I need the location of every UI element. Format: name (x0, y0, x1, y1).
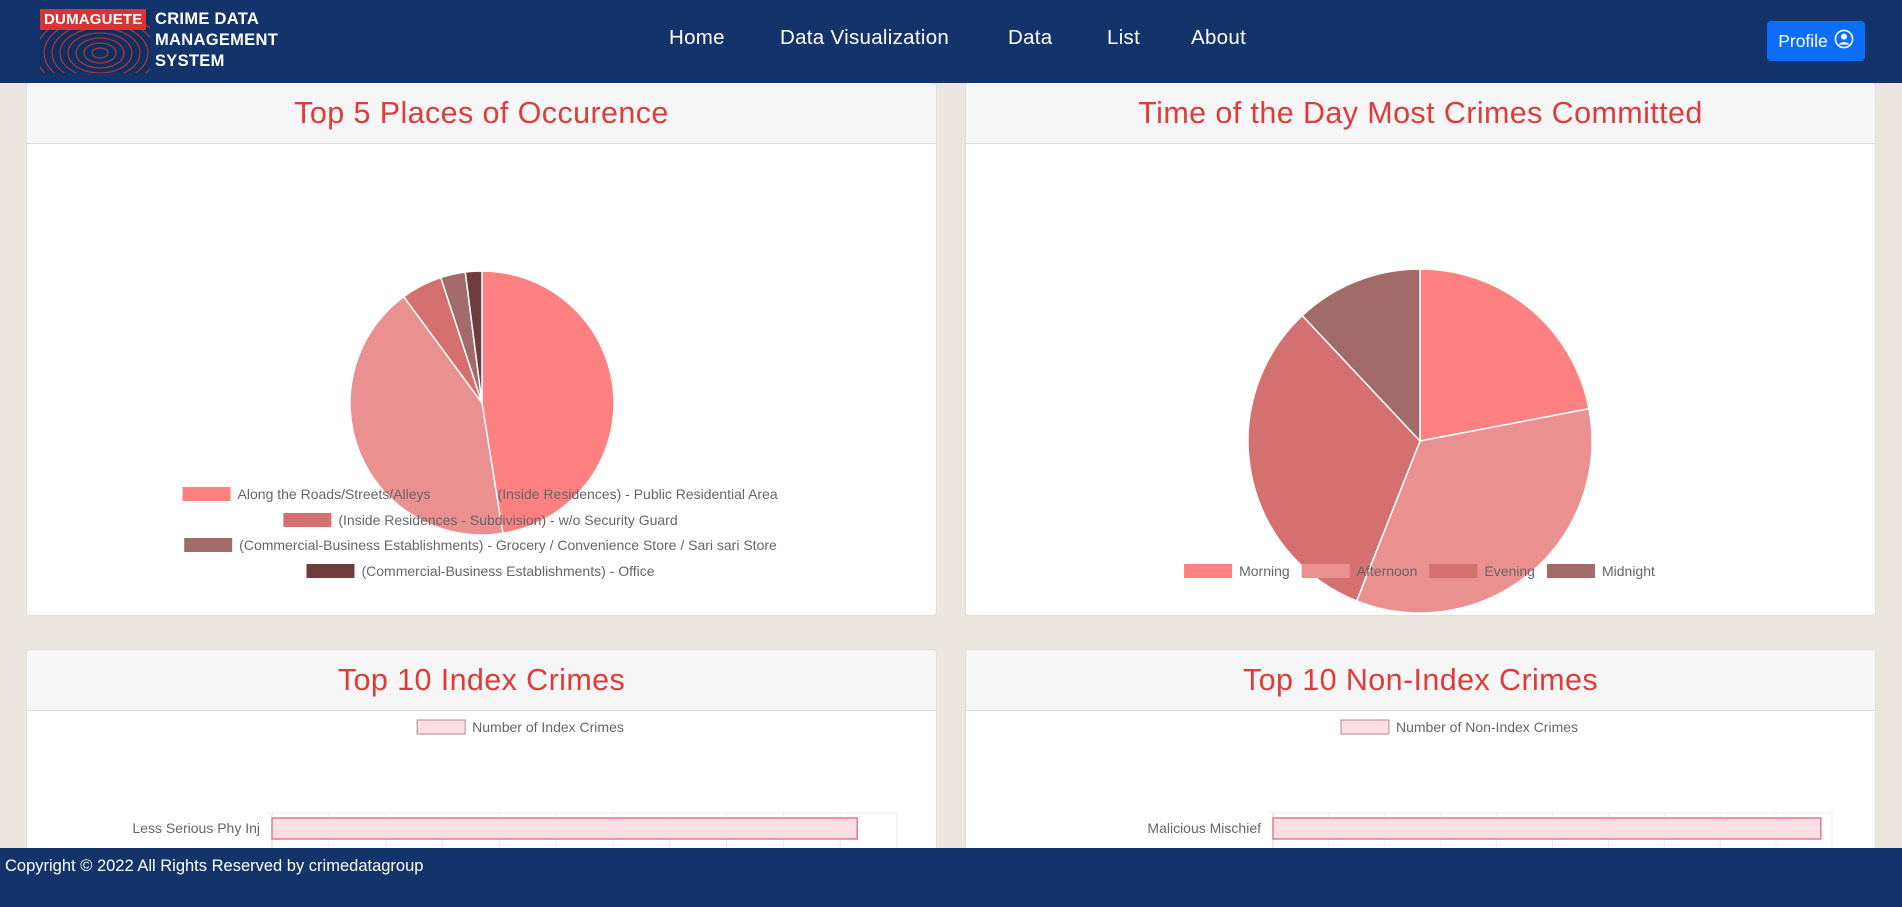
legend-swatch (416, 719, 466, 735)
legend-swatch (1301, 564, 1350, 578)
legend-label[interactable]: (Commercial-Business Establishments) - O… (361, 563, 654, 579)
bar[interactable] (1272, 817, 1822, 840)
legend-label[interactable]: (Inside Residences) - Public Residential… (498, 486, 778, 502)
legend-label[interactable]: Afternoon (1357, 563, 1418, 579)
legend-label[interactable]: Evening (1484, 563, 1535, 579)
top-navbar: DUMAGUETE CRIME DATA MANAGEMENT SYSTEM H… (0, 0, 1902, 83)
nav-home[interactable]: Home (669, 26, 725, 50)
profile-button-label: Profile (1778, 30, 1828, 51)
places-card-body: Along the Roads/Streets/Alleys (Inside Re… (27, 144, 936, 615)
index-card-title: Top 10 Index Crimes (337, 662, 626, 697)
legend-swatch (1340, 719, 1390, 735)
legend-label[interactable]: Along the Roads/Streets/Alleys (238, 486, 431, 502)
legend-swatch (442, 487, 491, 501)
legend-swatch (306, 564, 355, 578)
category-tick-label: Less Serious Phy Inj (132, 820, 260, 836)
places-chart-card: Top 5 Places of Occurence Along the Road… (26, 82, 937, 616)
time-pie-chart: Morning Afternoon Evening Midnight (1184, 268, 1655, 614)
legend-label[interactable]: Number of Non-Index Crimes (1396, 719, 1578, 735)
time-card-body: Morning Afternoon Evening Midnight (966, 144, 1875, 615)
time-card-header: Time of the Day Most Crimes Committed (966, 83, 1875, 144)
nonindex-card-title: Top 10 Non-Index Crimes (1242, 662, 1599, 697)
time-chart-card: Time of the Day Most Crimes Committed Mo… (965, 82, 1876, 616)
legend-swatch (1429, 564, 1478, 578)
profile-button[interactable]: Profile (1767, 21, 1865, 61)
page-footer: Copyright © 2022 All Rights Reserved by … (0, 848, 1902, 907)
index-card-header: Top 10 Index Crimes (27, 650, 936, 711)
nonindex-card-header: Top 10 Non-Index Crimes (966, 650, 1875, 711)
legend-swatch (1184, 564, 1233, 578)
places-card-title: Top 5 Places of Occurence (294, 95, 669, 130)
legend-swatch (182, 487, 231, 501)
nav-data-visualization[interactable]: Data Visualization (780, 26, 949, 50)
legend-label[interactable]: Number of Index Crimes (472, 719, 624, 735)
legend-label[interactable]: (Inside Residences - Subdivision) - w/o … (338, 512, 677, 528)
legend-label[interactable]: (Commercial-Business Establishments) - G… (239, 537, 777, 553)
footer-copyright: Copyright © 2022 All Rights Reserved by … (5, 857, 424, 875)
places-card-header: Top 5 Places of Occurence (27, 83, 936, 144)
nav-about[interactable]: About (1191, 26, 1246, 50)
main-nav: Home Data Visualization Data List About (0, 0, 1902, 83)
category-tick-label: Malicious Mischief (1147, 820, 1261, 836)
places-pie-chart: Along the Roads/Streets/Alleys (Inside Re… (182, 270, 778, 579)
nav-list[interactable]: List (1107, 26, 1140, 50)
bar[interactable] (271, 817, 858, 840)
legend-swatch (283, 513, 332, 527)
time-card-title: Time of the Day Most Crimes Committed (1138, 95, 1703, 130)
legend-swatch (1546, 564, 1595, 578)
legend-label[interactable]: Midnight (1602, 563, 1655, 579)
user-circle-icon (1834, 29, 1854, 54)
legend-label[interactable]: Morning (1239, 563, 1290, 579)
nav-data[interactable]: Data (1008, 26, 1053, 50)
legend-swatch (184, 538, 233, 552)
